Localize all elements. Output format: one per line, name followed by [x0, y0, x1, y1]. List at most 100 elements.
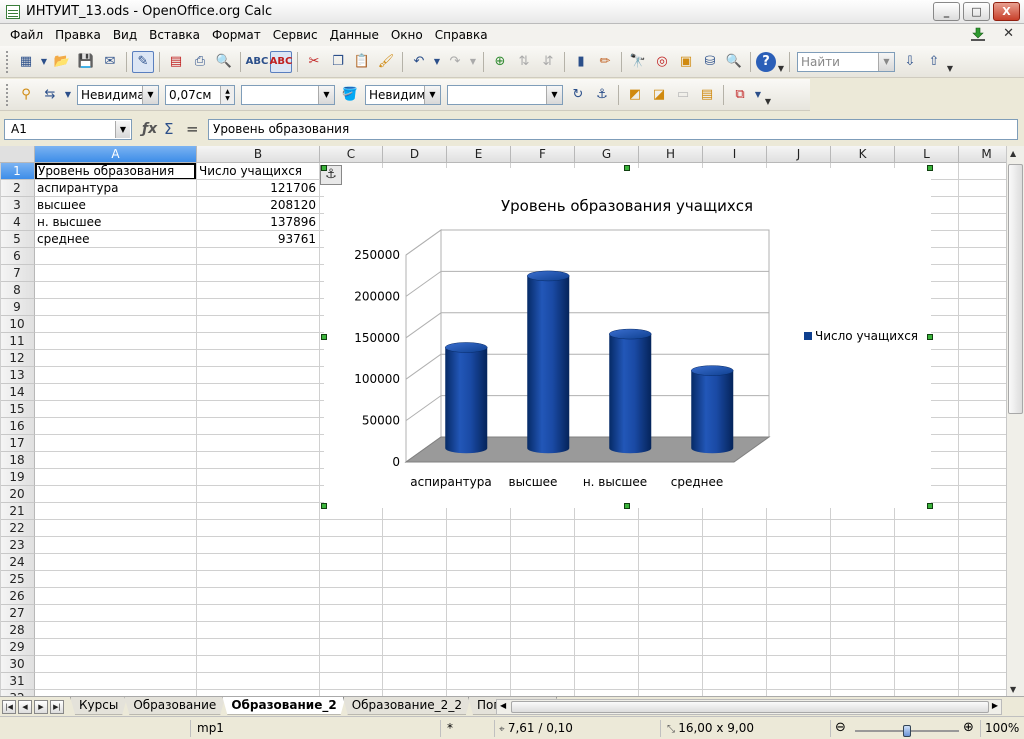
find-toolbar-overflow-icon[interactable]: ▼ [946, 51, 954, 73]
zoom-out-icon[interactable]: ⊖ [835, 719, 846, 736]
gallery-icon[interactable]: ▣ [675, 51, 697, 73]
row-header-16[interactable]: 16 [0, 418, 35, 435]
row-header-27[interactable]: 27 [0, 605, 35, 622]
next-sheet-icon[interactable]: ▶ [34, 699, 48, 714]
row-header-4[interactable]: 4 [0, 214, 35, 231]
new-dropdown-icon[interactable]: ▼ [39, 51, 49, 73]
sort-ascending-icon[interactable]: ⇅ [513, 51, 535, 73]
row-header-20[interactable]: 20 [0, 486, 35, 503]
formula-input[interactable]: Уровень образования [208, 118, 1018, 140]
chart-resize-handle[interactable] [624, 165, 630, 171]
scroll-down-icon[interactable]: ▼ [1010, 685, 1016, 694]
row-header-31[interactable]: 31 [0, 673, 35, 690]
to-background-icon[interactable]: ▤ [696, 84, 718, 106]
update-download-icon[interactable] [970, 27, 986, 42]
anchor-format-icon[interactable]: ⚲ [15, 84, 37, 106]
line-width-spinner-icon[interactable]: ▲ ▼ [220, 85, 234, 104]
column-header-h[interactable]: H [639, 146, 703, 163]
zoom-knob[interactable] [903, 725, 911, 737]
send-to-back-icon[interactable]: ◪ [648, 84, 670, 106]
horizontal-scroll-thumb[interactable] [511, 701, 989, 713]
menu-file[interactable]: Файл [4, 28, 49, 42]
area-fill-select[interactable]: ▼ [447, 84, 563, 105]
select-all-corner[interactable] [0, 146, 35, 163]
zoom-slider[interactable]: ⊖ ⊕ [830, 720, 980, 737]
find-replace-icon[interactable]: 🔭 [627, 51, 649, 73]
to-foreground-icon[interactable]: ▭ [672, 84, 694, 106]
column-header-c[interactable]: C [320, 146, 383, 163]
row-header-29[interactable]: 29 [0, 639, 35, 656]
line-style-dropdown-icon[interactable]: ▼ [142, 85, 158, 104]
bar-0[interactable] [445, 347, 488, 454]
column-header-m[interactable]: M [959, 146, 1006, 163]
area-style-dropdown-icon[interactable]: ▼ [424, 85, 440, 104]
row-header-26[interactable]: 26 [0, 588, 35, 605]
row-header-15[interactable]: 15 [0, 401, 35, 418]
scroll-left-icon[interactable]: ◀ [500, 701, 506, 710]
redo-dropdown-icon[interactable]: ▼ [468, 51, 478, 73]
name-box-dropdown-icon[interactable]: ▼ [115, 120, 130, 138]
save-icon[interactable]: 💾 [75, 51, 97, 73]
menu-insert[interactable]: Вставка [143, 28, 206, 42]
column-header-d[interactable]: D [383, 146, 447, 163]
row-header-21[interactable]: 21 [0, 503, 35, 520]
menu-edit[interactable]: Правка [49, 28, 107, 42]
bring-to-front-icon[interactable]: ◩ [624, 84, 646, 106]
toolbar2-overflow-icon[interactable]: ▼ [764, 84, 772, 106]
line-color-select[interactable]: ▼ [241, 84, 335, 105]
cell-a2[interactable]: аспирантура [35, 180, 196, 197]
menu-data[interactable]: Данные [324, 28, 385, 42]
chart-resize-handle[interactable] [321, 334, 327, 340]
row-header-2[interactable]: 2 [0, 180, 35, 197]
row-header-13[interactable]: 13 [0, 367, 35, 384]
row-header-30[interactable]: 30 [0, 656, 35, 673]
align-objects-icon[interactable]: ⧉ [729, 84, 751, 106]
row-header-10[interactable]: 10 [0, 316, 35, 333]
toolbar-overflow-icon[interactable]: ▼ [777, 51, 785, 73]
paste-icon[interactable]: 📋 [351, 51, 373, 73]
find-next-icon[interactable]: ⇩ [899, 51, 921, 73]
area-fill-dropdown-icon[interactable]: ▼ [546, 85, 562, 104]
first-sheet-icon[interactable]: |◀ [2, 699, 16, 714]
close-button[interactable]: X [993, 2, 1020, 21]
zoom-icon[interactable]: 🔍 [723, 51, 745, 73]
line-color-dropdown-icon[interactable]: ▼ [318, 85, 334, 104]
cell-b3[interactable]: 208120 [197, 197, 319, 214]
undo-dropdown-icon[interactable]: ▼ [432, 51, 442, 73]
row-header-28[interactable]: 28 [0, 622, 35, 639]
zoom-in-icon[interactable]: ⊕ [963, 719, 974, 736]
cell-a4[interactable]: н. высшее [35, 214, 196, 231]
chart-resize-handle[interactable] [927, 165, 933, 171]
column-header-e[interactable]: E [447, 146, 511, 163]
print-icon[interactable]: ⎙ [189, 51, 211, 73]
bar-1[interactable] [527, 275, 570, 454]
row-header-17[interactable]: 17 [0, 435, 35, 452]
last-sheet-icon[interactable]: ▶| [50, 699, 64, 714]
row-header-14[interactable]: 14 [0, 384, 35, 401]
column-header-a[interactable]: A [35, 146, 197, 163]
toolbar-grip[interactable] [6, 50, 10, 73]
vertical-scroll-thumb[interactable] [1008, 164, 1023, 414]
row-header-9[interactable]: 9 [0, 299, 35, 316]
row-header-7[interactable]: 7 [0, 265, 35, 282]
navigator-icon[interactable]: ◎ [651, 51, 673, 73]
vertical-scrollbar[interactable]: ▲ ▼ [1006, 146, 1024, 696]
bar-chart[interactable]: Уровень образования учащихся(2009 год)05… [324, 168, 931, 508]
arrow-style-dropdown-icon[interactable]: ▼ [63, 84, 73, 106]
area-fill-icon[interactable]: 🪣 [339, 84, 361, 106]
zoom-percent[interactable]: 100% [980, 720, 1024, 737]
sort-descending-icon[interactable]: ⇵ [537, 51, 559, 73]
row-header-19[interactable]: 19 [0, 469, 35, 486]
horizontal-scrollbar[interactable]: ◀ ▶ [496, 699, 1002, 715]
chart-resize-handle[interactable] [927, 334, 933, 340]
menu-format[interactable]: Формат [206, 28, 267, 42]
row-header-24[interactable]: 24 [0, 554, 35, 571]
find-previous-icon[interactable]: ⇧ [923, 51, 945, 73]
export-pdf-icon[interactable]: ▤ [165, 51, 187, 73]
row-header-23[interactable]: 23 [0, 537, 35, 554]
print-preview-icon[interactable]: 🔍 [213, 51, 235, 73]
menu-window[interactable]: Окно [385, 28, 429, 42]
line-width-input[interactable]: 0,07см ▲ ▼ [165, 84, 235, 105]
column-header-b[interactable]: B [197, 146, 320, 163]
column-header-g[interactable]: G [575, 146, 639, 163]
